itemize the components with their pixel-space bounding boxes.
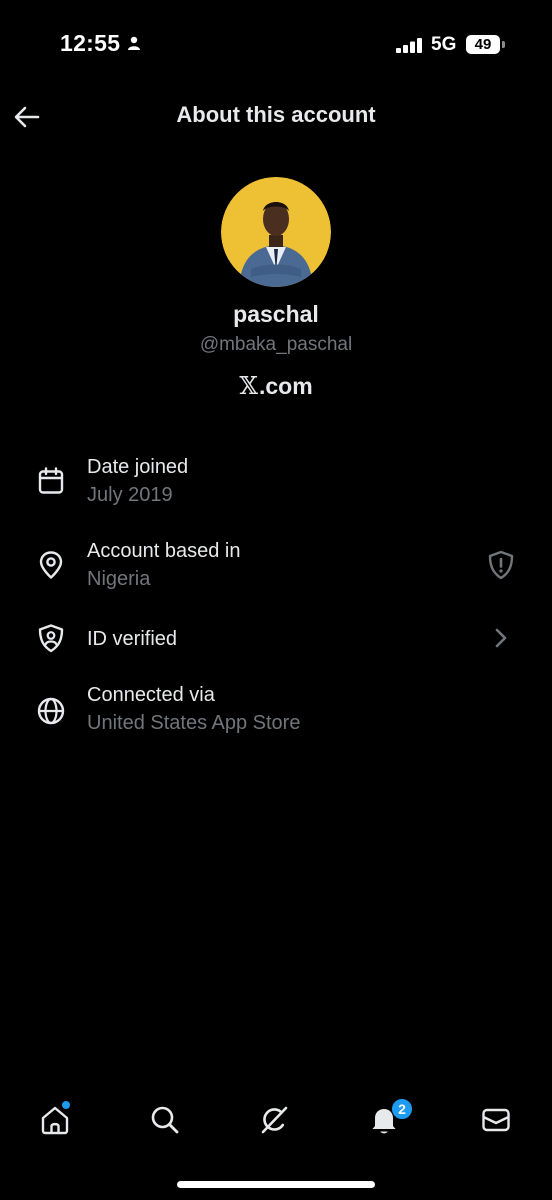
home-unread-dot <box>62 1101 70 1109</box>
id-shield-icon <box>34 621 68 655</box>
connected-via-value: United States App Store <box>87 712 301 734</box>
mail-icon <box>482 1108 510 1132</box>
tab-messages[interactable] <box>476 1100 516 1140</box>
id-verified-text: ID verified <box>87 626 177 652</box>
account-based-in-value: Nigeria <box>87 568 151 590</box>
battery-indicator: 49 <box>466 35 500 54</box>
chevron-right-icon[interactable] <box>486 623 516 653</box>
avatar[interactable] <box>221 177 331 287</box>
platform-suffix: .com <box>258 372 313 399</box>
connected-via-label: Connected via <box>87 684 215 706</box>
account-based-in-row: Account based in Nigeria <box>0 530 552 614</box>
signal-icon <box>396 38 424 58</box>
display-name: paschal <box>233 301 319 327</box>
tab-grok[interactable] <box>254 1100 294 1140</box>
connected-via-row: Connected via United States App Store <box>0 674 552 758</box>
page-title: About this account <box>176 102 376 127</box>
grok-icon <box>261 1106 288 1134</box>
header: About this account <box>0 92 552 142</box>
date-joined-label: Date joined <box>87 456 189 478</box>
account-info-list: Date joined July 2019 Account based in N… <box>0 446 552 758</box>
id-verified-label: ID verified <box>87 628 178 650</box>
tab-search[interactable] <box>145 1100 185 1140</box>
status-time: 12:55 <box>60 30 121 56</box>
shield-alert-icon[interactable] <box>486 550 516 580</box>
connected-via-text: Connected via United States App Store <box>87 682 300 738</box>
date-joined-text: Date joined July 2019 <box>87 454 188 510</box>
status-bar: 12:55 5G 49 <box>0 0 552 92</box>
location-pin-icon <box>34 548 68 582</box>
account-based-in-text: Account based in Nigeria <box>87 538 240 594</box>
battery-tip <box>502 41 505 48</box>
network-type: 5G <box>431 34 457 55</box>
home-indicator[interactable] <box>177 1181 375 1188</box>
profile-summary: paschal @mbaka_paschal 𝕏 .com <box>0 177 552 400</box>
notification-badge: 2 <box>391 1098 413 1120</box>
globe-icon <box>34 694 68 728</box>
bottom-tab-bar <box>0 1090 552 1150</box>
search-icon <box>151 1106 179 1134</box>
date-joined-row: Date joined July 2019 <box>0 446 552 530</box>
account-based-in-label: Account based in <box>87 540 241 562</box>
calendar-icon <box>34 464 68 498</box>
x-logo-mark: 𝕏 <box>239 372 258 400</box>
date-joined-value: July 2019 <box>87 484 173 506</box>
person-icon <box>127 36 141 55</box>
id-verified-row[interactable]: ID verified <box>0 614 552 674</box>
platform-label: 𝕏 .com <box>0 372 552 400</box>
handle: @mbaka_paschal <box>199 334 353 355</box>
